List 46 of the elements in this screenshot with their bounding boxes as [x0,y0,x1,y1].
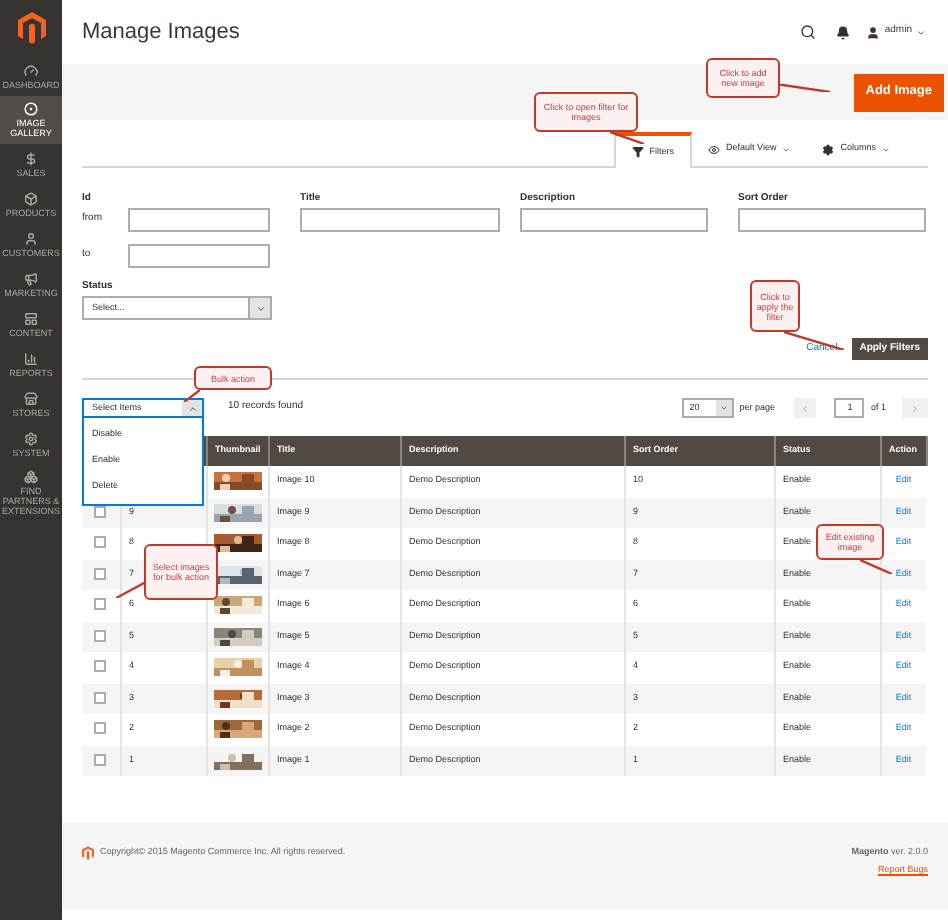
menu-item-icon [24,191,38,205]
id-from-field[interactable] [128,208,270,232]
menu-item-icon [24,102,38,116]
caret-icon [255,303,265,313]
chevron-right-icon [910,403,920,413]
logo-icon [82,846,94,860]
title-field[interactable] [300,208,500,232]
search-icon[interactable] [800,24,817,40]
menu-item-icon [24,63,38,77]
eye-icon [708,143,721,155]
row-checkbox[interactable] [94,691,107,704]
gear-icon [822,143,835,155]
leader-line [860,560,892,574]
filter-icon [631,146,644,158]
menu-item-icon [24,470,38,484]
chevron-left-icon [800,403,811,413]
caret-icon [187,403,197,413]
leader-line [776,84,830,92]
menu-item-icon [24,431,38,445]
next-page-button[interactable] [902,398,928,418]
user-icon [866,25,881,39]
menu-item-icon [24,311,38,325]
row-checkbox[interactable] [94,753,107,766]
sort-order-field[interactable] [738,208,926,232]
leader-line [116,582,146,598]
previous-page-button[interactable] [794,398,817,418]
row-checkbox[interactable] [94,567,107,580]
row-checkbox[interactable] [94,629,107,642]
row-checkbox[interactable] [94,598,107,611]
page-title: Manage Images [82,17,240,48]
leader-line [184,390,200,402]
menu-item-icon [24,231,38,245]
menu-item-icon [24,351,38,365]
row-checkbox[interactable] [94,722,107,735]
menu-item-icon [24,271,38,285]
caret-icon [916,27,926,37]
menu-item-icon [24,391,38,405]
description-field[interactable] [520,208,708,232]
row-checkbox[interactable] [94,536,107,549]
menu-item-icon [24,151,38,165]
leader-line [784,332,844,350]
id-to-field[interactable] [128,244,270,268]
row-checkbox[interactable] [94,660,107,673]
leader-line [610,132,644,144]
logo-icon[interactable] [17,12,45,44]
notifications-icon[interactable] [836,25,851,39]
